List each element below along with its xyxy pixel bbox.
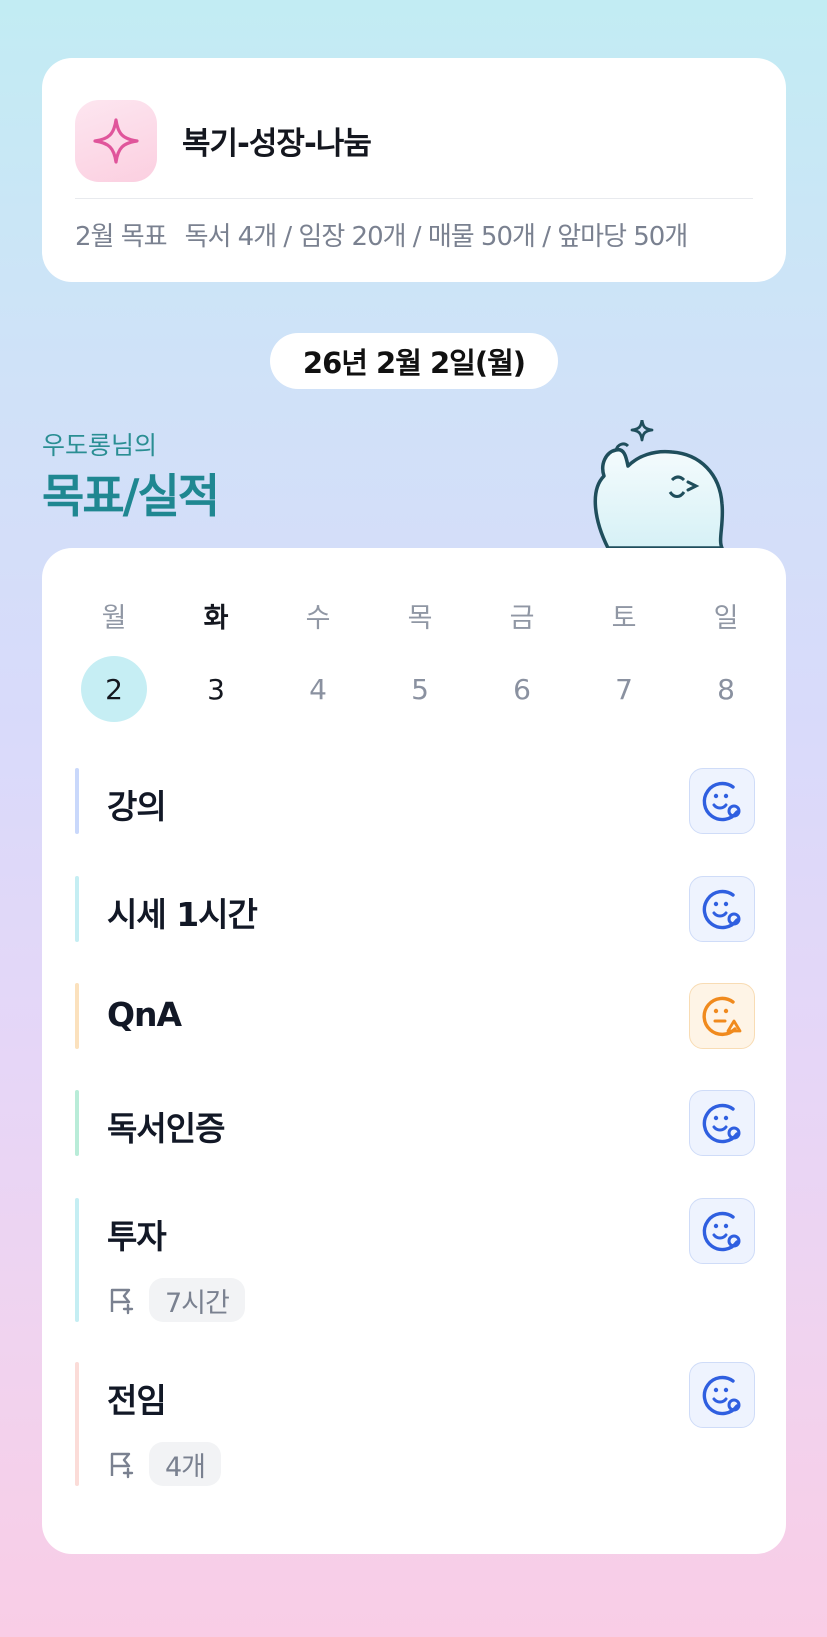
day-name: 월 xyxy=(101,603,127,634)
day-name: 화 xyxy=(203,603,229,634)
day-number[interactable]: 3 xyxy=(183,656,249,722)
divider xyxy=(75,198,753,199)
flag-icon xyxy=(110,1452,134,1479)
task-label: 전임 xyxy=(107,1381,167,1420)
goal-title: 복기-성장-나눔 xyxy=(182,126,372,162)
goal-card[interactable]: 복기-성장-나눔 2월 목표 독서 4개 / 임장 20개 / 매물 50개 / … xyxy=(42,58,786,282)
neutral-triangle-icon xyxy=(702,996,742,1037)
task-color-bar xyxy=(75,1362,79,1486)
smile-check-icon xyxy=(702,1103,741,1144)
task-label: 독서인증 xyxy=(107,1109,225,1148)
day-name: 금 xyxy=(509,603,535,634)
day-number[interactable]: 4 xyxy=(285,656,351,722)
task-color-bar xyxy=(75,1198,79,1322)
sparkle-icon xyxy=(75,100,157,182)
target-chip: 4개 xyxy=(149,1442,222,1486)
goal-text: 독서 4개 / 임장 20개 / 매물 50개 / 앞마당 50개 xyxy=(184,222,689,252)
smile-check-icon xyxy=(702,1375,741,1416)
task-target: 7시간 xyxy=(107,1278,245,1322)
status-button[interactable] xyxy=(689,1362,755,1428)
day-name: 수 xyxy=(305,603,331,634)
smile-check-icon xyxy=(702,889,741,930)
task-label: 투자 xyxy=(107,1217,167,1256)
goal-label: 2월 목표 xyxy=(75,222,168,252)
section-title: 목표/실적 xyxy=(42,469,220,523)
status-button[interactable] xyxy=(689,1198,755,1264)
day-name: 토 xyxy=(611,603,637,634)
smile-check-icon xyxy=(702,781,741,822)
task-label: QnA xyxy=(107,995,182,1034)
task-target: 4개 xyxy=(107,1442,222,1486)
day-number[interactable]: 8 xyxy=(693,656,759,722)
day-name: 목 xyxy=(407,603,433,634)
goal-tracker-card: 월 2 화 3 수 4 목 5 금 6 토 7 일 8 강의 시세 1시간 Qn… xyxy=(42,548,786,1554)
status-button[interactable] xyxy=(689,768,755,834)
task-label: 강의 xyxy=(107,787,167,826)
day-number[interactable]: 6 xyxy=(489,656,555,722)
day-number-selected[interactable]: 2 xyxy=(81,656,147,722)
task-label: 시세 1시간 xyxy=(107,895,258,934)
target-chip: 7시간 xyxy=(149,1278,245,1322)
mascot-character xyxy=(593,420,725,550)
date-selector[interactable]: 26년 2월 2일(월) xyxy=(270,333,558,389)
smile-check-icon xyxy=(702,1211,741,1252)
flag-icon xyxy=(110,1288,134,1315)
day-number[interactable]: 7 xyxy=(591,656,657,722)
status-button[interactable] xyxy=(689,983,755,1049)
owner-label: 우도롱님의 xyxy=(42,431,158,460)
status-button[interactable] xyxy=(689,1090,755,1156)
day-name: 일 xyxy=(713,603,739,634)
task-color-bar xyxy=(75,768,79,834)
task-color-bar xyxy=(75,1090,79,1156)
monthly-goal: 2월 목표 독서 4개 / 임장 20개 / 매물 50개 / 앞마당 50개 xyxy=(75,216,689,253)
status-button[interactable] xyxy=(689,876,755,942)
day-number[interactable]: 5 xyxy=(387,656,453,722)
task-color-bar xyxy=(75,983,79,1049)
task-color-bar xyxy=(75,876,79,942)
